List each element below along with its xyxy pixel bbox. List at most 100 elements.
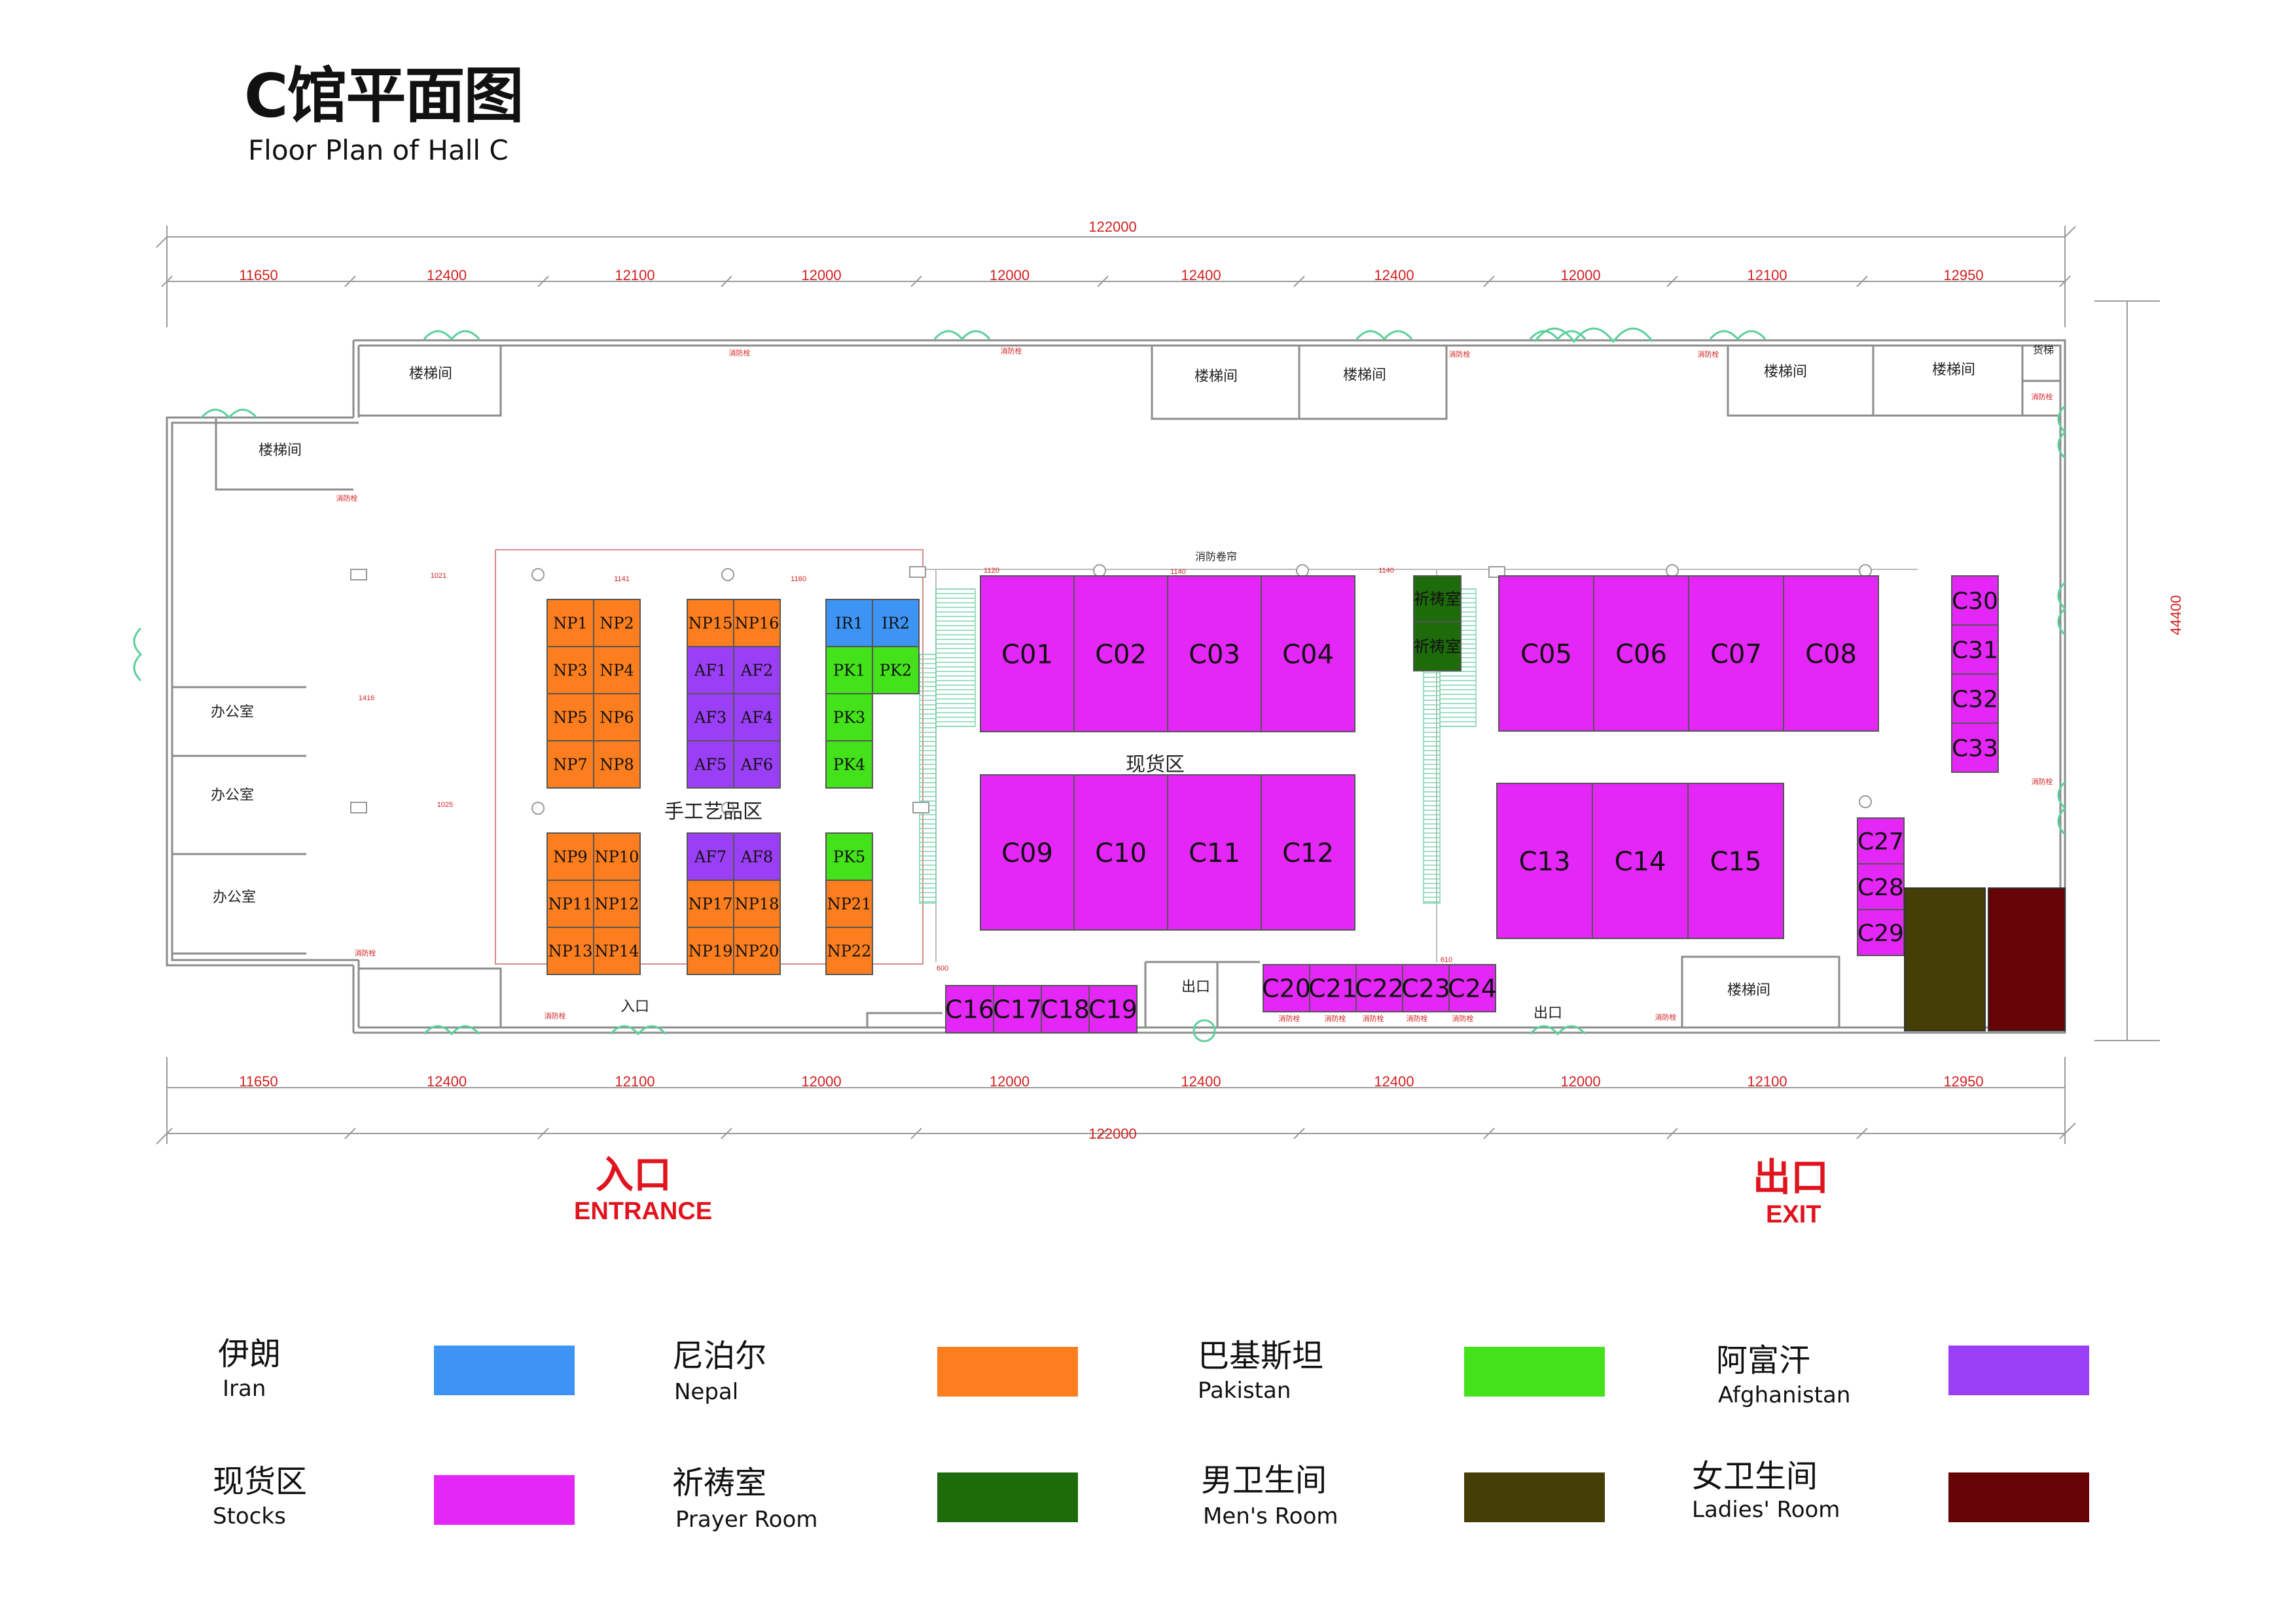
booth[interactable]: IR2 bbox=[872, 599, 920, 647]
booth[interactable]: C04 bbox=[1261, 575, 1355, 732]
booth-label: AF3 bbox=[694, 709, 726, 727]
booth-label: PK4 bbox=[833, 756, 865, 774]
booth[interactable]: 祈祷室 bbox=[1413, 621, 1462, 671]
dim-bottom-segment: 12950 bbox=[1943, 1073, 1983, 1090]
booth[interactable]: NP2 bbox=[593, 599, 641, 647]
office-label-3: 办公室 bbox=[213, 889, 256, 906]
booth-label: C06 bbox=[1615, 639, 1667, 669]
booth-label: NP15 bbox=[689, 615, 733, 633]
booth[interactable]: C33 bbox=[1951, 722, 1999, 773]
booth[interactable]: NP6 bbox=[593, 693, 641, 741]
booth[interactable]: C13 bbox=[1496, 783, 1593, 939]
booth[interactable]: C06 bbox=[1593, 575, 1689, 732]
booth[interactable]: AF4 bbox=[733, 693, 781, 741]
booth[interactable]: NP1 bbox=[547, 599, 594, 647]
dim-top-segment: 12100 bbox=[615, 267, 655, 283]
small-dim: 1416 bbox=[359, 694, 374, 702]
booth[interactable]: NP8 bbox=[593, 740, 641, 789]
booth[interactable]: AF2 bbox=[733, 646, 781, 694]
booth-label: C19 bbox=[1088, 995, 1138, 1024]
booth[interactable]: NP22 bbox=[825, 927, 873, 975]
booth[interactable]: AF7 bbox=[687, 832, 734, 881]
booth[interactable]: NP18 bbox=[733, 880, 781, 928]
booth[interactable]: C09 bbox=[980, 774, 1075, 931]
booth[interactable]: NP7 bbox=[547, 740, 594, 789]
dim-top-segment: 12400 bbox=[1374, 267, 1414, 283]
hydrant-label: 消防栓 bbox=[729, 348, 751, 357]
mens-room bbox=[1904, 887, 1986, 1031]
legend-mens-en: Men's Room bbox=[1203, 1503, 1338, 1529]
booth-label: C01 bbox=[1001, 639, 1053, 669]
booth[interactable]: NP15 bbox=[687, 599, 734, 647]
booth[interactable]: C11 bbox=[1167, 774, 1262, 931]
booth[interactable]: C24 bbox=[1448, 964, 1497, 1012]
stair-label-6: 楼梯间 bbox=[1932, 362, 1975, 378]
legend-iran-en: Iran bbox=[223, 1376, 266, 1402]
booth[interactable]: NP20 bbox=[733, 927, 781, 975]
booth[interactable]: C03 bbox=[1167, 575, 1262, 732]
booth[interactable]: C12 bbox=[1261, 774, 1355, 931]
booth[interactable]: C05 bbox=[1498, 575, 1594, 732]
booth[interactable]: NP10 bbox=[593, 832, 641, 881]
booth[interactable]: NP3 bbox=[547, 646, 594, 694]
booth-label: NP5 bbox=[553, 709, 587, 727]
booth-label: AF6 bbox=[740, 756, 773, 774]
booth[interactable]: AF1 bbox=[687, 646, 734, 694]
booth[interactable]: C22 bbox=[1355, 964, 1404, 1012]
booth-label: PK5 bbox=[833, 848, 865, 866]
booth[interactable]: C07 bbox=[1688, 575, 1784, 732]
booth[interactable]: NP12 bbox=[593, 880, 641, 928]
booth[interactable]: C18 bbox=[1041, 985, 1090, 1033]
booth[interactable]: C32 bbox=[1951, 673, 1999, 724]
booth[interactable]: NP14 bbox=[593, 927, 641, 975]
booth[interactable]: NP19 bbox=[687, 927, 734, 975]
booth[interactable]: C14 bbox=[1592, 783, 1689, 939]
booth-label: NP7 bbox=[553, 756, 587, 774]
dim-bottom-segment: 12100 bbox=[1747, 1073, 1787, 1090]
booth[interactable]: C19 bbox=[1088, 985, 1138, 1033]
booth[interactable]: AF6 bbox=[733, 740, 781, 789]
booth[interactable]: AF3 bbox=[687, 693, 734, 741]
booth[interactable]: C27 bbox=[1857, 817, 1905, 865]
booth[interactable]: C21 bbox=[1308, 964, 1357, 1012]
booth[interactable]: PK5 bbox=[825, 832, 873, 881]
booth[interactable]: C20 bbox=[1262, 964, 1311, 1012]
booth[interactable]: AF8 bbox=[733, 832, 781, 881]
booth-label: C32 bbox=[1952, 686, 1998, 713]
booth[interactable]: C30 bbox=[1951, 575, 1999, 626]
booth[interactable]: C08 bbox=[1783, 575, 1879, 732]
booth[interactable]: C17 bbox=[993, 985, 1042, 1033]
booth[interactable]: NP16 bbox=[733, 599, 781, 647]
exit-label-inner-2: 出口 bbox=[1534, 1005, 1562, 1022]
booth[interactable]: C28 bbox=[1857, 863, 1905, 910]
booth-label: C22 bbox=[1355, 974, 1404, 1003]
booth[interactable]: IR1 bbox=[825, 599, 873, 647]
booth[interactable]: NP17 bbox=[687, 880, 734, 928]
booth[interactable]: C23 bbox=[1401, 964, 1450, 1012]
booth[interactable]: C16 bbox=[945, 985, 994, 1033]
booth[interactable]: NP4 bbox=[593, 646, 641, 694]
booth[interactable]: PK3 bbox=[825, 693, 873, 741]
door-icon bbox=[1709, 330, 1767, 341]
booth[interactable]: C10 bbox=[1073, 774, 1168, 931]
booth[interactable]: PK4 bbox=[825, 740, 873, 789]
booth[interactable]: NP21 bbox=[825, 880, 873, 928]
booth[interactable]: NP9 bbox=[547, 832, 594, 881]
booth[interactable]: C31 bbox=[1951, 624, 1999, 675]
booth-label: NP12 bbox=[595, 895, 639, 914]
booth-label: C23 bbox=[1401, 974, 1450, 1003]
door-icon bbox=[200, 408, 258, 419]
booth[interactable]: 祈祷室 bbox=[1413, 575, 1462, 622]
booth[interactable]: C15 bbox=[1687, 783, 1784, 939]
booth[interactable]: C01 bbox=[980, 575, 1075, 732]
booth[interactable]: C29 bbox=[1857, 909, 1905, 956]
door-icon bbox=[423, 330, 480, 341]
booth[interactable]: NP13 bbox=[547, 927, 594, 975]
booth[interactable]: NP5 bbox=[547, 693, 594, 741]
booth[interactable]: AF5 bbox=[687, 740, 734, 789]
booth[interactable]: NP11 bbox=[547, 880, 594, 928]
legend-pakistan-en: Pakistan bbox=[1198, 1378, 1291, 1404]
booth[interactable]: PK2 bbox=[872, 646, 920, 694]
booth[interactable]: C02 bbox=[1073, 575, 1168, 732]
booth[interactable]: PK1 bbox=[825, 646, 873, 694]
